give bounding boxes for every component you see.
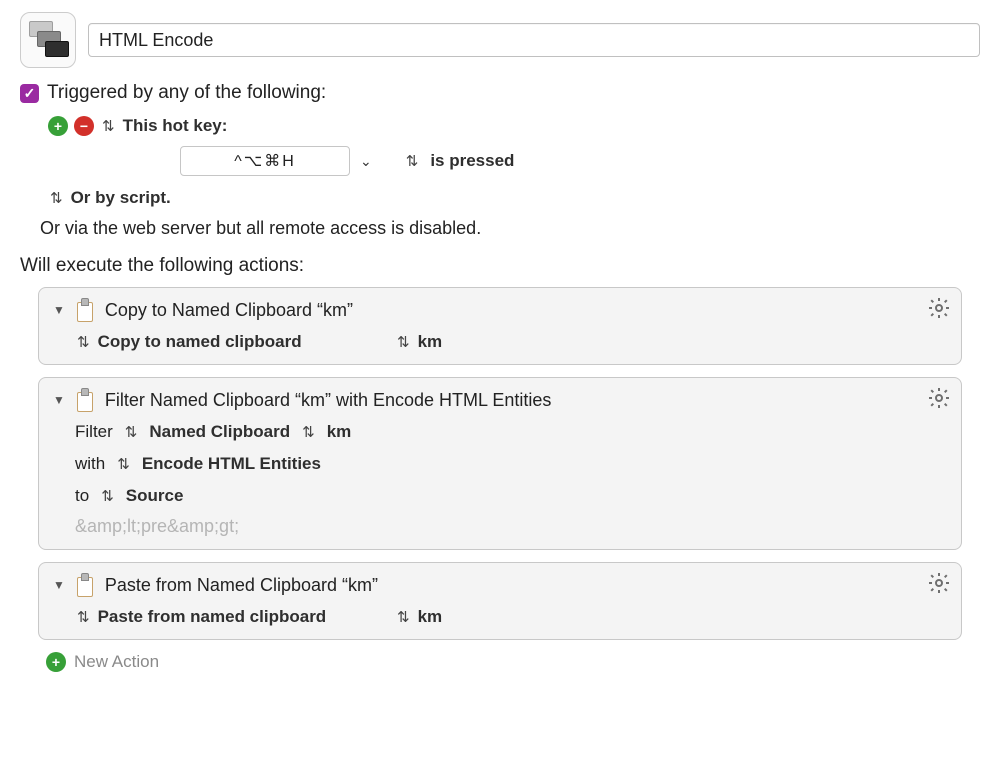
enable-triggers-checkbox[interactable]: ✓ <box>20 84 39 103</box>
filter-source-type-selector[interactable]: ⇅ <box>125 423 138 441</box>
action-filter-named-clipboard[interactable]: ▼ Filter Named Clipboard “km” with Encod… <box>38 377 962 550</box>
copy-target-label: km <box>418 332 443 352</box>
copy-mode-selector[interactable]: ⇅ <box>77 333 90 351</box>
paste-mode-label: Paste from named clipboard <box>98 607 327 627</box>
action-paste-from-named-clipboard[interactable]: ▼ Paste from Named Clipboard “km” ⇅ Past… <box>38 562 962 640</box>
filter-source-name-selector[interactable]: ⇅ <box>302 423 315 441</box>
new-action-label: New Action <box>74 652 159 672</box>
hotkey-trigger-label: This hot key: <box>123 116 228 136</box>
press-mode-label: is pressed <box>430 151 514 171</box>
hotkey-options-dropdown[interactable]: ⌄ <box>360 153 372 170</box>
disclosure-triangle-icon[interactable]: ▼ <box>53 578 65 592</box>
clipboard-icon <box>75 388 95 412</box>
macro-group-icon <box>20 12 76 68</box>
trigger-type-selector[interactable]: ⇅ <box>102 117 115 135</box>
actions-header-label: Will execute the following actions: <box>20 255 980 277</box>
filter-source-type-label: Named Clipboard <box>149 422 290 442</box>
add-icon: + <box>46 652 66 672</box>
paste-target-label: km <box>418 607 443 627</box>
gear-icon[interactable] <box>927 296 951 320</box>
action-title: Copy to Named Clipboard “km” <box>105 300 353 321</box>
add-trigger-button[interactable]: + <box>48 116 68 136</box>
action-title: Filter Named Clipboard “km” with Encode … <box>105 390 551 411</box>
filter-type-label: Encode HTML Entities <box>142 454 321 474</box>
with-label: with <box>75 454 105 474</box>
filter-to-label: Source <box>126 486 184 506</box>
action-copy-to-named-clipboard[interactable]: ▼ Copy to Named Clipboard “km” ⇅ Copy to… <box>38 287 962 365</box>
copy-mode-label: Copy to named clipboard <box>98 332 302 352</box>
gear-icon[interactable] <box>927 571 951 595</box>
disclosure-triangle-icon[interactable]: ▼ <box>53 303 65 317</box>
filter-type-selector[interactable]: ⇅ <box>117 455 130 473</box>
paste-mode-selector[interactable]: ⇅ <box>77 608 90 626</box>
to-label: to <box>75 486 89 506</box>
gear-icon[interactable] <box>927 386 951 410</box>
disclosure-triangle-icon[interactable]: ▼ <box>53 393 65 407</box>
hotkey-input[interactable]: ^⌥⌘H <box>180 146 350 176</box>
filter-to-selector[interactable]: ⇅ <box>101 487 114 505</box>
filter-source-name-label: km <box>327 422 352 442</box>
filter-label: Filter <box>75 422 113 442</box>
copy-target-selector[interactable]: ⇅ <box>397 333 410 351</box>
remove-trigger-button[interactable]: − <box>74 116 94 136</box>
script-trigger-label: Or by script. <box>71 188 171 208</box>
triggers-header-label: Triggered by any of the following: <box>47 82 326 104</box>
paste-target-selector[interactable]: ⇅ <box>397 608 410 626</box>
macro-name-input[interactable] <box>88 23 980 57</box>
new-action-button[interactable]: + New Action <box>46 652 980 672</box>
clipboard-icon <box>75 573 95 597</box>
webserver-trigger-label: Or via the web server but all remote acc… <box>40 218 980 239</box>
clipboard-icon <box>75 298 95 322</box>
filter-placeholder-text: &amp;lt;pre&amp;gt; <box>75 516 947 537</box>
action-title: Paste from Named Clipboard “km” <box>105 575 378 596</box>
press-mode-selector[interactable]: ⇅ <box>406 152 419 170</box>
script-trigger-selector[interactable]: ⇅ <box>50 189 63 207</box>
